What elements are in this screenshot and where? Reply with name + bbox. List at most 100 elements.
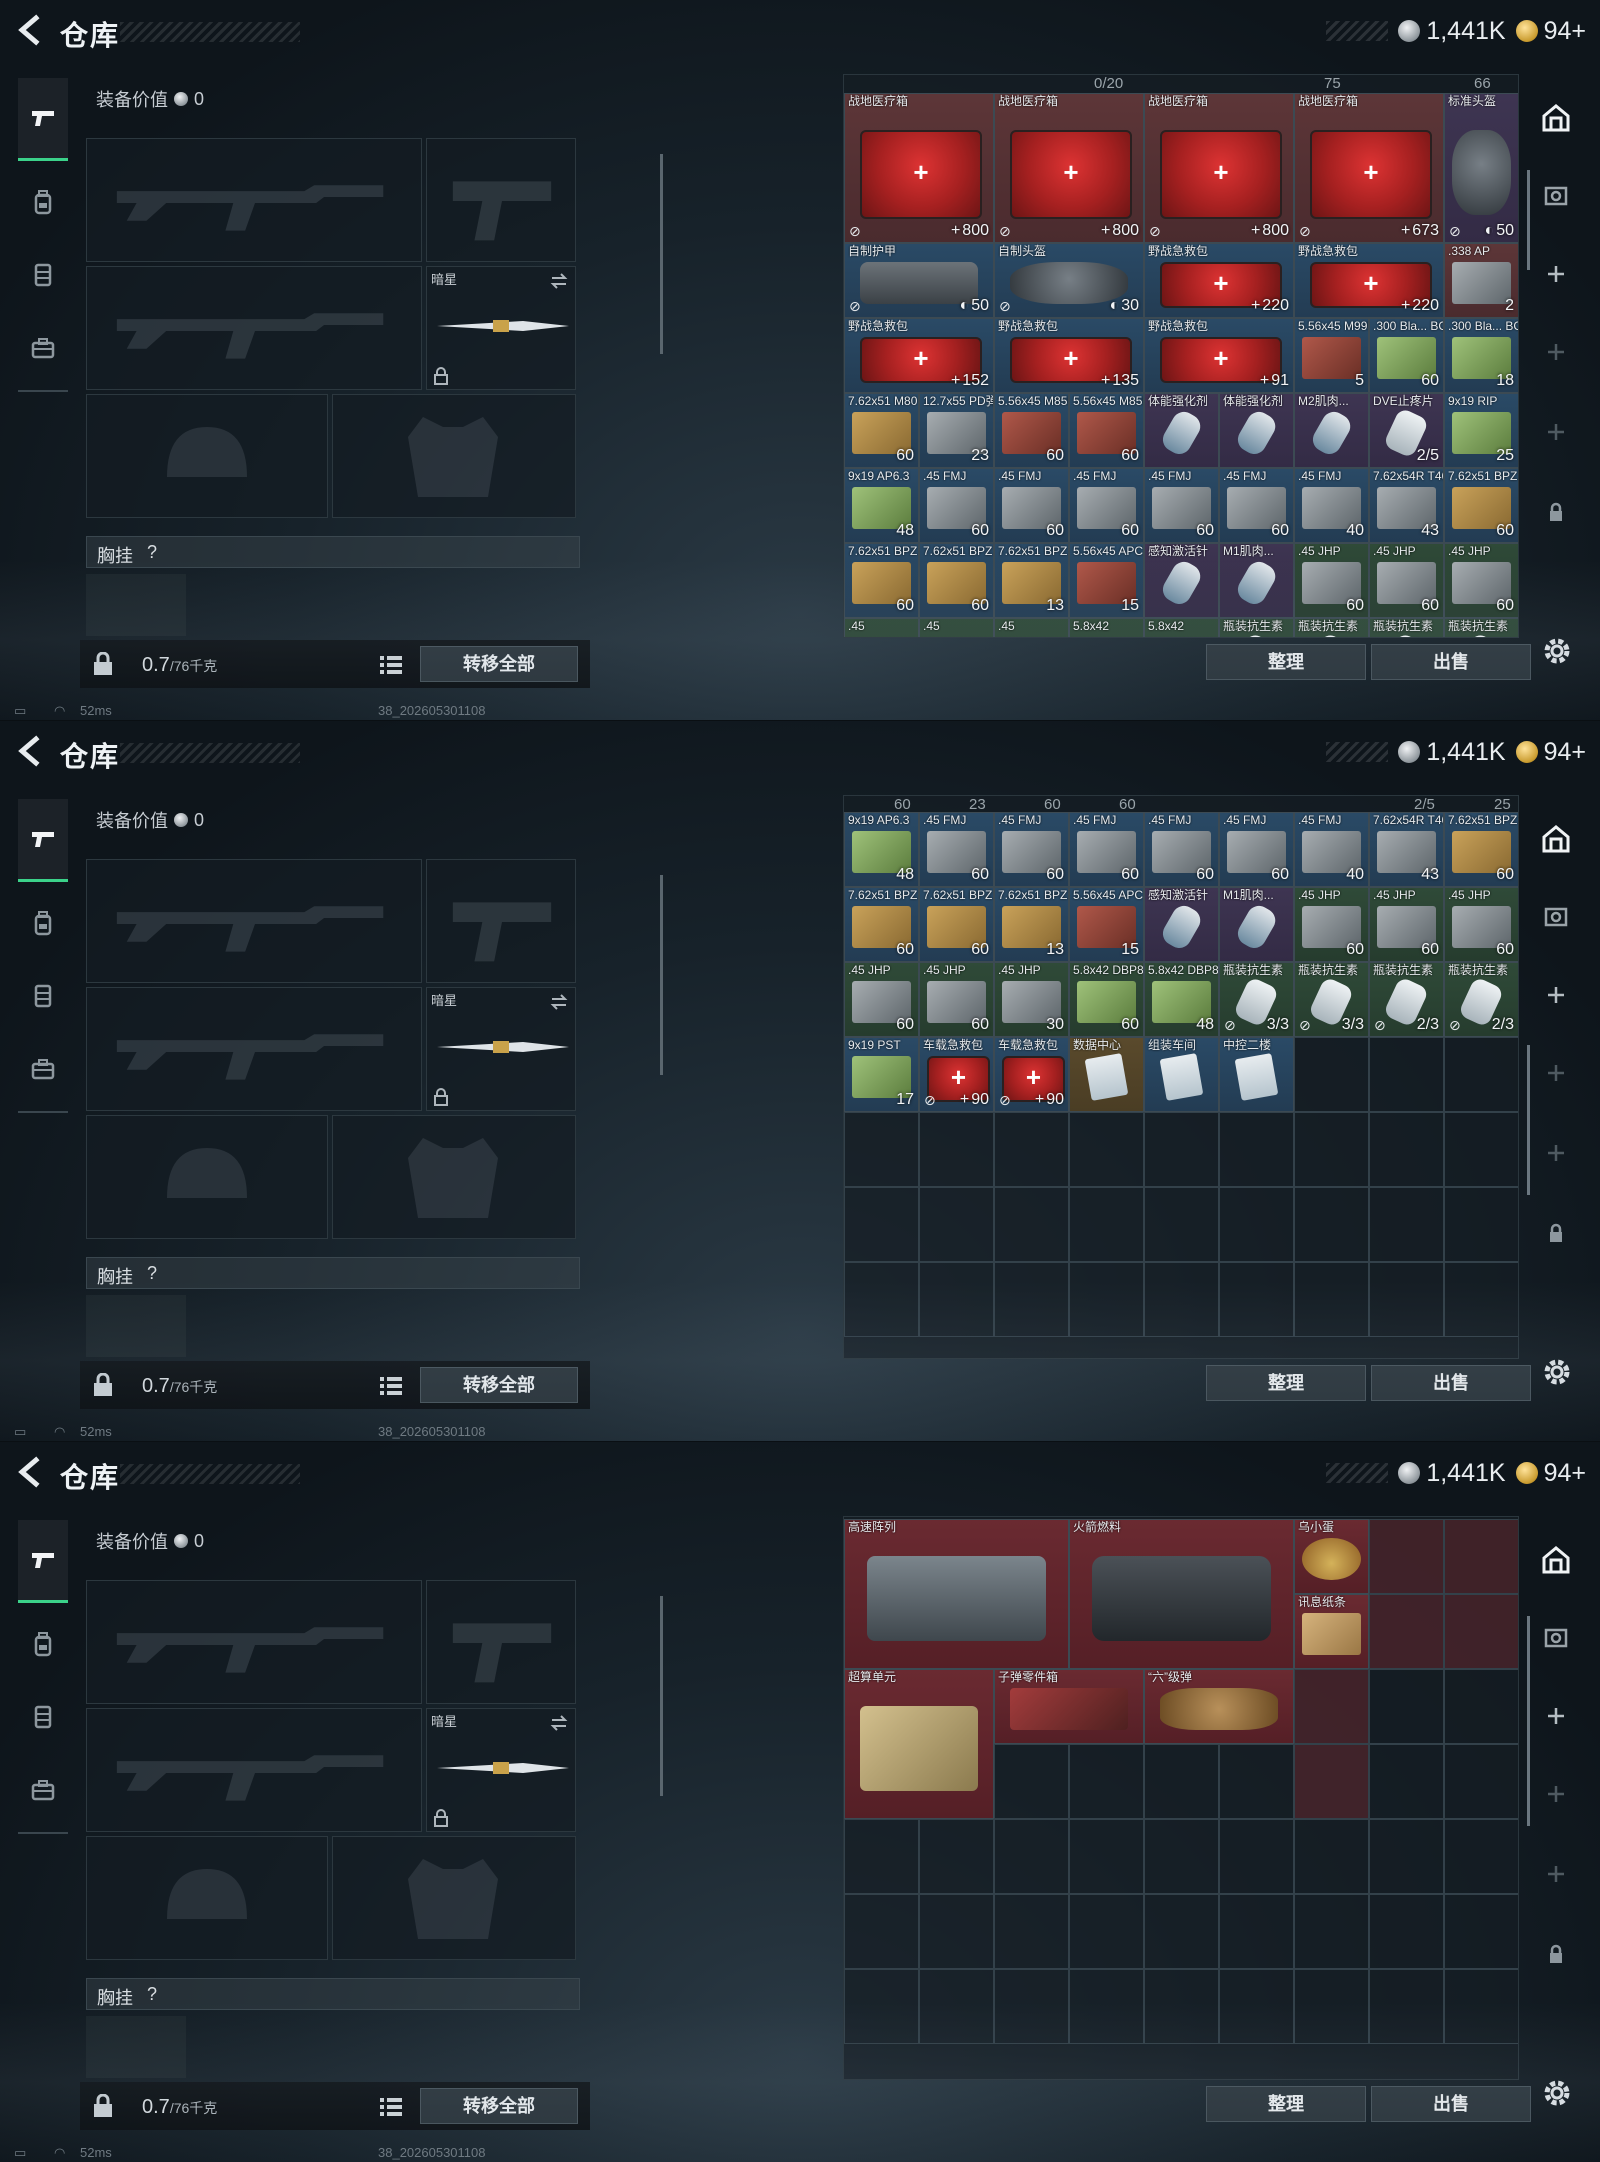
tab-weapons[interactable] [18,78,68,161]
inventory-item[interactable]: 瓶装抗生素 [1444,618,1518,637]
empty-grid-cell[interactable] [1294,1669,1369,1744]
tab-weapons[interactable] [18,1520,68,1603]
empty-grid-cell[interactable] [919,1112,994,1187]
empty-grid-cell[interactable] [1444,1819,1518,1894]
add-tab-button[interactable] [1538,1856,1574,1892]
chest-rig-slot[interactable] [86,2016,186,2078]
secondary-weapon-slot[interactable] [426,859,576,983]
help-icon[interactable]: ? [147,1984,157,2005]
inventory-item[interactable]: 战地医疗箱 ⊘ +800 [844,93,994,243]
inventory-item[interactable]: 7.62x51 BPZ 60 [1444,812,1518,887]
empty-grid-cell[interactable] [1219,1744,1294,1819]
empty-grid-cell[interactable] [1219,1262,1294,1337]
inventory-item[interactable]: 体能强化剂 [1144,393,1219,468]
inventory-item[interactable]: 感知激活针 [1144,887,1219,962]
helmet-slot[interactable] [86,394,328,518]
equipment-scrollbar[interactable] [660,154,663,354]
empty-grid-cell[interactable] [994,1112,1069,1187]
empty-grid-cell[interactable] [1369,1819,1444,1894]
inventory-item[interactable]: M1肌肉... [1219,887,1294,962]
inventory-item[interactable]: DVE止疼片 2/5 [1369,393,1444,468]
empty-grid-cell[interactable] [1294,1894,1369,1969]
inventory-item[interactable]: .45 JHP 30 [994,962,1069,1037]
empty-grid-cell[interactable] [994,1262,1069,1337]
empty-grid-cell[interactable] [844,1112,919,1187]
inventory-item[interactable]: 5.56x45 M855A1 60 [994,393,1069,468]
add-tab-button[interactable] [1538,1055,1574,1091]
settings-button[interactable] [1540,1355,1574,1389]
tab-vest[interactable] [18,1676,68,1756]
empty-grid-cell[interactable] [1069,1262,1144,1337]
inventory-item[interactable]: 感知激活针 [1144,543,1219,618]
chest-rig-slot[interactable] [86,574,186,636]
empty-grid-cell[interactable] [1069,1744,1144,1819]
inventory-item[interactable]: 瓶装抗生素 [1369,618,1444,637]
empty-grid-cell[interactable] [1444,1112,1518,1187]
list-icon[interactable] [376,2092,406,2122]
empty-grid-cell[interactable] [919,1262,994,1337]
inventory-item[interactable]: 瓶装抗生素 ⊘ 3/3 [1294,962,1369,1037]
melee-slot[interactable]: 暗星 [426,1708,576,1832]
inventory-item[interactable]: 讯息纸条 [1294,1594,1369,1669]
inventory-item[interactable]: .45 JHP 60 [919,962,994,1037]
tab-backpack[interactable] [18,1604,68,1684]
inventory-item[interactable]: 5.56x45 APC 15 [1069,543,1144,618]
inventory-item[interactable]: 数据中心 [1069,1037,1144,1112]
empty-grid-cell[interactable] [844,1894,919,1969]
empty-grid-cell[interactable] [1144,1969,1219,2044]
inventory-item[interactable]: 野战急救包 +220 [1144,243,1294,318]
inventory-item[interactable]: M1肌肉... [1219,543,1294,618]
help-icon[interactable]: ? [147,542,157,563]
tertiary-weapon-slot[interactable] [86,987,422,1111]
inventory-item[interactable]: 7.62x51 BPZ 60 [844,543,919,618]
inventory-item[interactable]: 7.62x51 BPZ 60 [1444,468,1518,543]
inventory-item[interactable]: 车载急救包 ⊘ +90 [994,1037,1069,1112]
inventory-item[interactable]: 战地医疗箱 ⊘ +673 [1294,93,1444,243]
empty-grid-cell[interactable] [1219,1112,1294,1187]
secondary-weapon-slot[interactable] [426,1580,576,1704]
back-button[interactable] [14,733,44,769]
armor-slot[interactable] [332,1115,576,1239]
empty-grid-cell[interactable] [1069,1969,1144,2044]
inventory-item[interactable]: 战地医疗箱 ⊘ +800 [1144,93,1294,243]
empty-grid-cell[interactable] [1144,1112,1219,1187]
empty-grid-cell[interactable] [1444,1519,1518,1594]
tab-vest[interactable] [18,955,68,1035]
lock-icon[interactable] [92,2094,114,2118]
inventory-item[interactable]: 体能强化剂 [1219,393,1294,468]
armor-slot[interactable] [332,1836,576,1960]
sort-button[interactable]: 整理 [1206,644,1366,680]
inventory-item[interactable]: 组装车间 [1144,1037,1219,1112]
inventory-item[interactable]: .45 FMJ 60 [919,468,994,543]
inventory-item[interactable]: 高速阵列 [844,1519,1069,1669]
inventory-item[interactable]: .45 JHP 60 [1369,887,1444,962]
inventory-item[interactable]: 5.8x42 [1144,618,1219,637]
empty-grid-cell[interactable] [1444,1594,1518,1669]
swap-icon[interactable] [549,992,569,1012]
empty-grid-cell[interactable] [1069,1112,1144,1187]
inventory-item[interactable]: .45 [844,618,919,637]
empty-grid-cell[interactable] [1069,1819,1144,1894]
empty-grid-cell[interactable] [844,1187,919,1262]
inventory-item[interactable]: 战地医疗箱 ⊘ +800 [994,93,1144,243]
inventory-item[interactable]: 野战急救包 +91 [1144,318,1294,393]
inventory-item[interactable]: 7.62x51 BPZ 13 [994,887,1069,962]
empty-grid-cell[interactable] [1294,1037,1369,1112]
inventory-item[interactable]: 9x19 PST 17 [844,1037,919,1112]
inventory-scrollbar[interactable] [1527,1045,1530,1195]
secondary-weapon-slot[interactable] [426,138,576,262]
melee-slot[interactable]: 暗星 [426,266,576,390]
inventory-item[interactable]: .45 FMJ 60 [994,812,1069,887]
empty-grid-cell[interactable] [1369,1519,1444,1594]
inventory-item[interactable]: .45 FMJ 60 [1219,468,1294,543]
empty-grid-cell[interactable] [1369,1262,1444,1337]
empty-grid-cell[interactable] [1219,1819,1294,1894]
inventory-item[interactable]: 9x19 RIP 25 [1444,393,1518,468]
empty-grid-cell[interactable] [1069,1894,1144,1969]
chest-rig-slot[interactable] [86,1295,186,1357]
inventory-item[interactable]: 自制护甲 ⊘ ◐ 50 [844,243,994,318]
safe-tab[interactable] [1538,100,1574,136]
add-tab-button[interactable] [1538,334,1574,370]
inventory-scrollbar[interactable] [1527,1616,1530,1826]
add-tab-button[interactable] [1538,1135,1574,1171]
